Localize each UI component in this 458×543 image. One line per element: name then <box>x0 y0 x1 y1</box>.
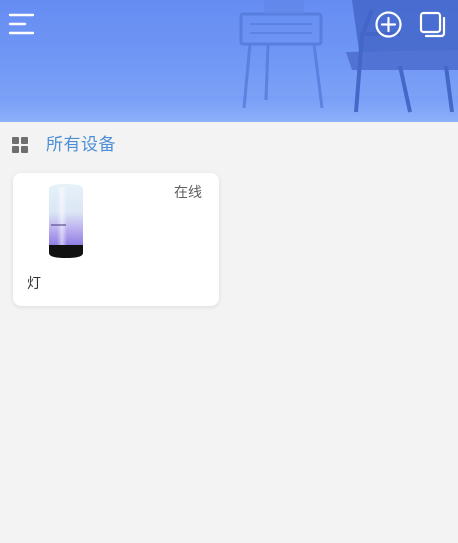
section-title[interactable]: 所有设备 <box>46 133 116 157</box>
add-device-button[interactable] <box>374 10 403 39</box>
copy-button[interactable] <box>418 10 447 39</box>
header-banner <box>0 0 458 122</box>
device-name: 灯 <box>27 276 41 292</box>
menu-button[interactable] <box>8 12 36 38</box>
device-status: 在线 <box>174 185 202 201</box>
lamp-icon <box>49 184 83 258</box>
copy-icon <box>419 11 446 38</box>
menu-icon <box>8 13 35 35</box>
add-circle-icon <box>375 11 402 38</box>
device-group-header: 所有设备 <box>0 128 458 162</box>
device-card[interactable]: 在线 灯 <box>13 173 219 306</box>
grid-icon <box>12 137 28 153</box>
